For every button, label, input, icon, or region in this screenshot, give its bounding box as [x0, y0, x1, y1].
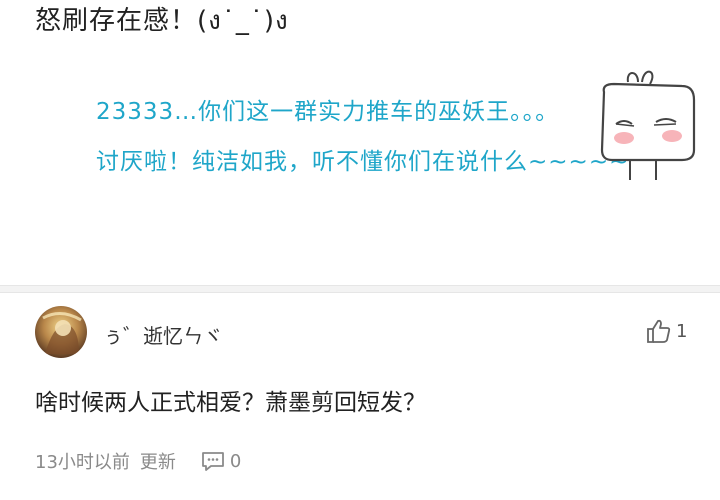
comment-bubble-icon	[202, 452, 224, 471]
username[interactable]: ぅ゛逝忆ㄣヾ	[103, 320, 223, 349]
sticker-line-1: 23333…你们这一群实力推车的巫妖王。。。	[96, 99, 560, 125]
like-count: 1	[676, 320, 688, 342]
timestamp: 13小时以前	[35, 452, 130, 473]
sticker-line-2: 讨厌啦！纯洁如我，听不懂你们在说什么~~~~~	[96, 149, 630, 175]
bunny-sticker-icon	[600, 70, 696, 180]
comment-button[interactable]: 0	[200, 449, 241, 473]
reply-meta: 13小时以前 更新 0	[35, 448, 241, 474]
like-button[interactable]: 1	[644, 315, 687, 347]
reply-text: 啥时候两人正式相爱？萧墨剪回短发？	[35, 390, 426, 416]
avatar[interactable]	[35, 306, 87, 358]
reply-card: ぅ゛逝忆ㄣヾ 1 啥时候两人正式相爱？萧墨剪回短发？ 13小时以前 更新 0	[0, 293, 720, 500]
update-label: 更新	[139, 452, 176, 473]
comment-text: 怒刷存在感！(ง˙_˙)ง	[35, 6, 289, 36]
comment-count: 0	[229, 450, 242, 472]
comment-thread: 怒刷存在感！(ง˙_˙)ง 23333…你们这一群实力推车的巫妖王。。。 讨厌啦…	[0, 0, 720, 500]
comment-card: 怒刷存在感！(ง˙_˙)ง 23333…你们这一群实力推车的巫妖王。。。 讨厌啦…	[0, 0, 720, 285]
separator	[0, 285, 720, 293]
thumbs-up-icon	[647, 319, 671, 343]
